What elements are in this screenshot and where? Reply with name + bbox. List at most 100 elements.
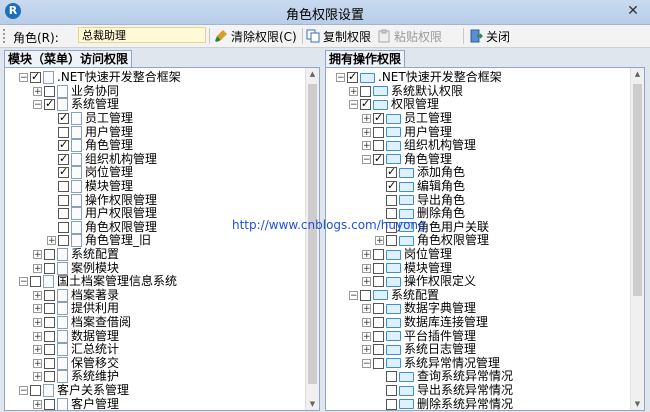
tree-node[interactable]: + 数据管理 [33, 329, 119, 343]
tree-node-checkbox[interactable] [373, 111, 384, 125]
expand-icon[interactable]: + [33, 345, 42, 355]
tree-node-checkbox[interactable] [386, 194, 397, 206]
tree-node-checkbox[interactable] [386, 179, 397, 193]
scroll-down-icon[interactable]: ▼ [631, 398, 644, 410]
expand-icon[interactable]: + [33, 290, 42, 300]
tree-node-checkbox[interactable] [44, 303, 55, 315]
tree-node-checkbox[interactable] [30, 70, 41, 84]
tree-node-checkbox[interactable] [58, 181, 69, 193]
tree-node[interactable]: + 模块管理 [362, 261, 452, 275]
scroll-up-icon[interactable]: ▲ [631, 68, 644, 80]
tree-node-checkbox[interactable] [373, 303, 384, 315]
tree-node-checkbox[interactable] [373, 140, 384, 152]
tree-node-checkbox[interactable] [386, 165, 397, 179]
expand-icon[interactable]: + [362, 318, 371, 328]
left-scroll-thumb[interactable] [308, 84, 317, 384]
close-button[interactable]: 关闭 [469, 27, 510, 45]
expand-icon[interactable]: + [33, 399, 42, 409]
tree-node-checkbox[interactable] [373, 249, 384, 261]
left-vertical-scrollbar[interactable]: ▲ ▼ [305, 68, 319, 410]
expand-icon[interactable]: + [349, 86, 358, 96]
tree-node-checkbox[interactable] [44, 371, 55, 383]
tree-node[interactable]: 删除系统异常情况 [375, 397, 513, 410]
collapse-icon[interactable]: − [33, 100, 42, 110]
tree-node[interactable]: + 角色权限管理 [375, 234, 489, 248]
collapse-icon[interactable]: − [349, 100, 358, 110]
tree-node[interactable]: − 客户关系管理 [19, 384, 129, 398]
tree-node[interactable]: 操作权限管理 [47, 193, 157, 207]
expand-icon[interactable]: + [33, 86, 42, 96]
tree-node-checkbox[interactable] [360, 97, 371, 111]
tree-node[interactable]: 模块管理 [47, 180, 133, 194]
expand-icon[interactable]: + [47, 236, 56, 246]
tree-node[interactable]: + 数据字典管理 [362, 302, 476, 316]
expand-icon[interactable]: + [33, 318, 42, 328]
tree-node-checkbox[interactable] [386, 371, 397, 383]
tree-node-checkbox[interactable] [373, 152, 384, 165]
expand-icon[interactable]: + [362, 141, 371, 151]
tree-node-checkbox[interactable] [373, 330, 384, 342]
tree-node-checkbox[interactable] [58, 111, 69, 125]
tree-node-checkbox[interactable] [44, 317, 55, 329]
collapse-icon[interactable]: − [336, 73, 345, 83]
expand-icon[interactable]: + [33, 372, 42, 382]
tree-node[interactable]: − 系统管理 [33, 97, 119, 112]
tree-node[interactable]: − .NET快速开发整合框架 [19, 70, 181, 85]
tree-node-checkbox[interactable] [360, 85, 371, 97]
tree-node[interactable]: + 系统维护 [33, 370, 119, 384]
tree-node-checkbox[interactable] [58, 126, 69, 138]
tree-node[interactable]: + 数据库连接管理 [362, 316, 488, 330]
clear-permissions-button[interactable]: 清除权限(C) [214, 27, 297, 45]
tree-node-checkbox[interactable] [30, 385, 41, 397]
tree-node[interactable]: + 案例模块 [33, 261, 119, 275]
tree-node[interactable]: 角色管理 [47, 138, 133, 153]
tree-node[interactable]: + 档案查借阅 [33, 316, 131, 330]
expand-icon[interactable]: + [33, 358, 42, 368]
collapse-icon[interactable]: − [19, 73, 28, 83]
tree-node-checkbox[interactable] [58, 152, 69, 165]
tree-node-checkbox[interactable] [44, 344, 55, 356]
tree-node-checkbox[interactable] [386, 385, 397, 397]
tree-node-checkbox[interactable] [347, 70, 358, 84]
tree-node-checkbox[interactable] [44, 357, 55, 369]
tree-node[interactable]: 岗位管理 [47, 165, 133, 180]
tree-node[interactable]: 编辑角色 [375, 179, 465, 194]
expand-icon[interactable]: + [362, 304, 371, 314]
tree-node-checkbox[interactable] [58, 235, 69, 247]
expand-icon[interactable]: + [362, 277, 371, 287]
tree-node[interactable]: + 提供利用 [33, 302, 119, 316]
tree-node-checkbox[interactable] [373, 262, 384, 274]
tree-node-checkbox[interactable] [44, 262, 55, 274]
tree-node[interactable]: + 保管移交 [33, 356, 119, 371]
copy-permissions-button[interactable]: 复制权限 [306, 27, 371, 45]
tree-node[interactable]: 导出角色 [375, 193, 465, 207]
tree-node-checkbox[interactable] [44, 85, 55, 97]
tree-node-checkbox[interactable] [44, 249, 55, 261]
tree-node[interactable]: 查询系统异常情况 [375, 370, 513, 384]
collapse-icon[interactable]: − [19, 277, 28, 287]
tree-node[interactable]: − 角色管理 [362, 152, 452, 167]
tree-node[interactable]: 用户权限管理 [47, 207, 157, 221]
paste-permissions-button[interactable]: 粘贴权限 [377, 27, 442, 45]
tree-node-checkbox[interactable] [386, 398, 397, 410]
expand-icon[interactable]: + [362, 263, 371, 273]
tree-node-checkbox[interactable] [58, 165, 69, 179]
operation-permission-tree[interactable]: − .NET快速开发整合框架 + 系统默认权限 − 权限管理 + 员工管理 + 用户管理 + 组织机构… [325, 67, 645, 411]
tree-node[interactable]: + 角色管理_旧 [47, 234, 151, 248]
right-scroll-thumb[interactable] [633, 84, 642, 296]
tree-node[interactable]: + 系统配置 [33, 248, 119, 262]
tree-node[interactable]: + 用户管理 [362, 125, 452, 139]
tree-node[interactable]: − 权限管理 [349, 97, 439, 112]
tree-node[interactable]: − .NET快速开发整合框架 [336, 70, 502, 85]
tree-node-checkbox[interactable] [44, 289, 55, 301]
expand-icon[interactable]: + [33, 304, 42, 314]
expand-icon[interactable]: + [33, 331, 42, 341]
toolbar-grip[interactable] [3, 29, 8, 43]
tree-node[interactable]: + 平台插件管理 [362, 329, 476, 343]
scroll-up-icon[interactable]: ▲ [306, 68, 319, 80]
tree-node-checkbox[interactable] [373, 276, 384, 288]
expand-icon[interactable]: + [33, 250, 42, 260]
tree-node-checkbox[interactable] [373, 344, 384, 356]
tree-node[interactable]: + 组织机构管理 [362, 139, 476, 153]
expand-icon[interactable]: + [33, 263, 42, 273]
